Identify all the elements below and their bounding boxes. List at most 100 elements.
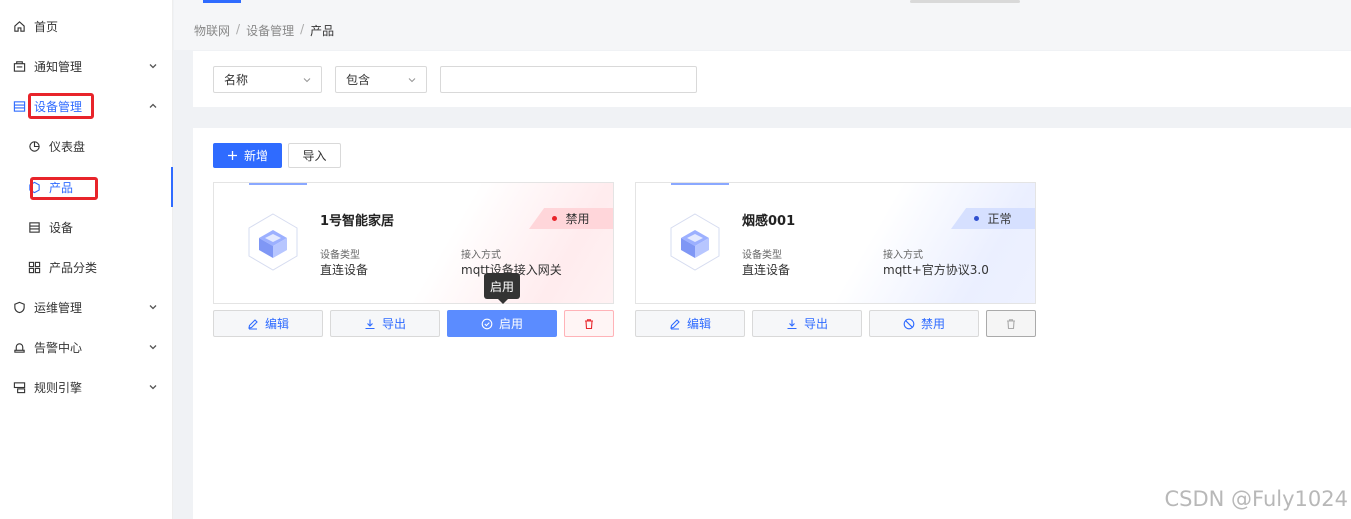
product-cube-icon bbox=[248, 213, 298, 271]
sidebar-item-home[interactable]: 首页 bbox=[0, 6, 173, 46]
device-list-icon bbox=[27, 220, 41, 234]
status-dot bbox=[552, 216, 558, 221]
sidebar-item-product[interactable]: 产品 bbox=[0, 167, 173, 207]
sidebar-item-rule-engine[interactable]: 规则引擎 bbox=[0, 367, 173, 407]
product-name: 1号智能家居 bbox=[320, 214, 395, 229]
sidebar-item-device-management[interactable]: 设备管理 bbox=[0, 86, 173, 126]
alarm-icon bbox=[12, 340, 26, 354]
edit-button-label: 编辑 bbox=[264, 317, 289, 331]
sidebar-item-device[interactable]: 设备 bbox=[0, 207, 173, 247]
disable-button[interactable]: 禁用 bbox=[869, 310, 979, 337]
sidebar-item-notification[interactable]: 通知管理 bbox=[0, 46, 173, 86]
filter-field-select[interactable]: 名称 bbox=[213, 66, 322, 93]
chevron-down-icon bbox=[303, 78, 311, 83]
dashboard-icon bbox=[27, 139, 41, 153]
breadcrumb-item[interactable]: 物联网 bbox=[194, 22, 230, 39]
filter-value-input[interactable] bbox=[440, 66, 697, 93]
trash-icon bbox=[585, 318, 593, 329]
delete-button[interactable] bbox=[564, 310, 614, 337]
export-button-label: 导出 bbox=[381, 317, 406, 331]
content-panel: 新增 导入 1号智能家居 设备类型 直连设备 接入方式 mqtt设备接入网关 禁… bbox=[193, 128, 1351, 519]
filter-operator-value: 包含 bbox=[346, 73, 371, 87]
sidebar-item-label: 首页 bbox=[34, 19, 59, 34]
active-tab-indicator bbox=[203, 0, 241, 3]
trash-icon bbox=[1007, 318, 1015, 329]
sidebar-item-label: 运维管理 bbox=[34, 300, 83, 315]
export-button[interactable]: 导出 bbox=[330, 310, 440, 337]
rule-engine-icon bbox=[12, 380, 26, 394]
check-circle-icon bbox=[481, 318, 493, 329]
notification-icon bbox=[12, 59, 26, 73]
add-button-label: 新增 bbox=[243, 149, 268, 163]
chevron-down-icon bbox=[149, 385, 157, 390]
sidebar-item-alarm[interactable]: 告警中心 bbox=[0, 327, 173, 367]
add-button[interactable]: 新增 bbox=[213, 143, 282, 168]
edit-button-label: 编辑 bbox=[686, 317, 711, 331]
disable-button-label: 禁用 bbox=[920, 317, 945, 331]
filter-operator-select[interactable]: 包含 bbox=[335, 66, 427, 93]
chevron-down-icon bbox=[149, 345, 157, 350]
edit-button[interactable]: 编辑 bbox=[213, 310, 323, 337]
filter-panel: 名称 包含 bbox=[193, 51, 1351, 107]
card-background bbox=[815, 183, 1035, 303]
product-card[interactable]: 1号智能家居 设备类型 直连设备 接入方式 mqtt设备接入网关 禁用 bbox=[213, 182, 614, 304]
home-icon bbox=[12, 19, 26, 33]
sidebar-item-label: 设备 bbox=[49, 220, 74, 235]
stop-icon bbox=[903, 318, 915, 329]
product-card[interactable]: 烟感001 设备类型 直连设备 接入方式 mqtt+官方协议3.0 正常 bbox=[635, 182, 1036, 304]
import-button[interactable]: 导入 bbox=[288, 143, 341, 168]
breadcrumb-item[interactable]: 设备管理 bbox=[246, 22, 294, 39]
chevron-up-icon bbox=[149, 103, 157, 108]
status-text: 正常 bbox=[987, 212, 1012, 226]
chevron-down-icon bbox=[149, 305, 157, 310]
device-type-value: 直连设备 bbox=[742, 263, 791, 277]
ops-icon bbox=[12, 300, 26, 314]
status-text: 禁用 bbox=[565, 212, 590, 226]
sidebar: 首页 通知管理 设备管理 仪表盘 产品 设备 产品分类 运维管理 告警中心 规则… bbox=[0, 0, 173, 519]
edit-button[interactable]: 编辑 bbox=[635, 310, 745, 337]
download-icon bbox=[787, 319, 797, 329]
breadcrumb: 物联网 / 设备管理 / 产品 bbox=[194, 22, 334, 39]
edit-icon bbox=[248, 318, 258, 330]
breadcrumb-bar: 物联网 / 设备管理 / 产品 bbox=[174, 0, 1351, 50]
import-button-label: 导入 bbox=[302, 149, 327, 163]
tooltip: 启用 bbox=[484, 273, 520, 304]
breadcrumb-separator: / bbox=[300, 22, 305, 36]
chevron-down-icon bbox=[149, 64, 157, 69]
card-top-tab bbox=[671, 183, 729, 185]
access-method-label: 接入方式 bbox=[883, 250, 923, 261]
product-name: 烟感001 bbox=[742, 214, 796, 229]
access-method-value: mqtt+官方协议3.0 bbox=[883, 263, 989, 277]
device-type-value: 直连设备 bbox=[320, 263, 369, 277]
top-shadow bbox=[910, 0, 1020, 3]
sidebar-item-label: 仪表盘 bbox=[49, 139, 86, 154]
breadcrumb-current: 产品 bbox=[310, 24, 335, 38]
chevron-down-icon bbox=[408, 78, 416, 83]
sidebar-item-dashboard[interactable]: 仪表盘 bbox=[0, 126, 173, 166]
device-type-label: 设备类型 bbox=[320, 250, 360, 261]
watermark: CSDN @Fuly1024 bbox=[1164, 487, 1349, 511]
device-type-label: 设备类型 bbox=[742, 250, 782, 261]
breadcrumb-separator: / bbox=[236, 22, 241, 36]
status-dot bbox=[974, 216, 980, 221]
sidebar-item-label: 规则引擎 bbox=[34, 380, 83, 395]
sidebar-item-label: 通知管理 bbox=[34, 59, 83, 74]
export-button-label: 导出 bbox=[803, 317, 828, 331]
filter-field-value: 名称 bbox=[224, 73, 249, 87]
export-button[interactable]: 导出 bbox=[752, 310, 862, 337]
sidebar-item-ops[interactable]: 运维管理 bbox=[0, 287, 173, 327]
enable-button-label: 启用 bbox=[498, 317, 523, 331]
sidebar-item-label: 产品 bbox=[49, 180, 74, 195]
delete-button[interactable] bbox=[986, 310, 1036, 337]
enable-button[interactable]: 启用 bbox=[447, 310, 557, 337]
card-top-tab bbox=[249, 183, 307, 185]
plus-icon bbox=[227, 151, 237, 160]
access-method-label: 接入方式 bbox=[461, 250, 501, 261]
edit-icon bbox=[670, 318, 680, 330]
sidebar-item-product-category[interactable]: 产品分类 bbox=[0, 247, 173, 287]
category-icon bbox=[27, 260, 41, 274]
product-cube-icon bbox=[670, 213, 720, 271]
sidebar-item-label: 设备管理 bbox=[34, 99, 83, 114]
sidebar-item-label: 告警中心 bbox=[34, 340, 83, 355]
download-icon bbox=[365, 319, 375, 329]
